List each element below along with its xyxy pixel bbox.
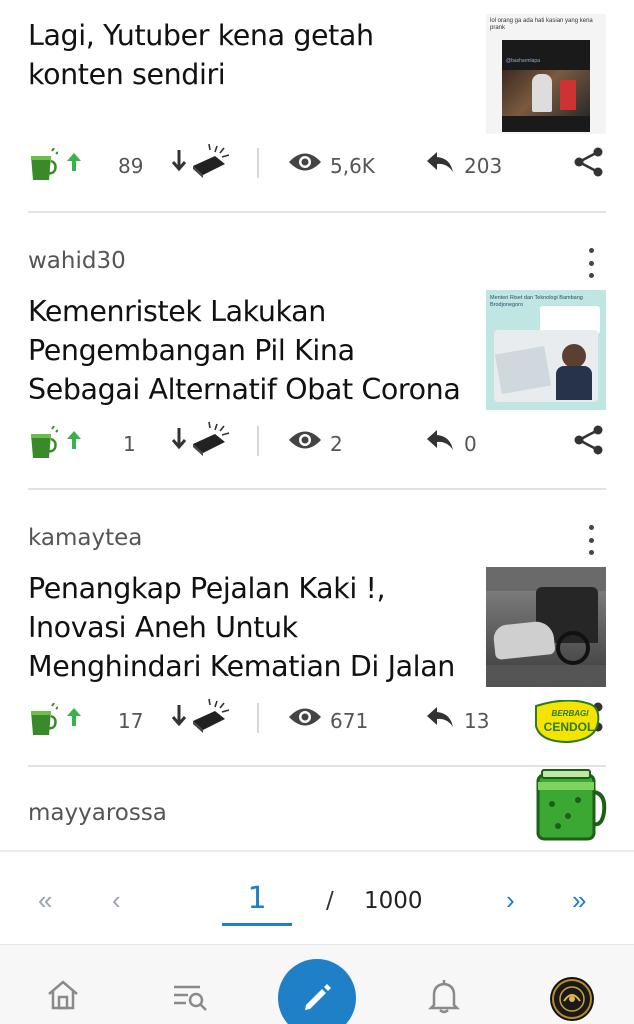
- thread-actions: 89 5,6K 203: [28, 143, 606, 184]
- cendol-icon[interactable]: [28, 703, 58, 737]
- reply-icon[interactable]: [426, 428, 454, 452]
- total-pages: 1000: [364, 888, 423, 914]
- reply-icon[interactable]: [426, 150, 454, 174]
- more-options-icon[interactable]: [586, 248, 596, 278]
- replies-count: 203: [464, 154, 503, 178]
- thread-actions: 1 2 0: [28, 421, 606, 462]
- badge-line2: CENDOL: [543, 720, 595, 734]
- thread-author[interactable]: wahid30: [28, 248, 126, 274]
- next-page-button[interactable]: ›: [506, 886, 515, 914]
- eye-icon: [289, 431, 321, 449]
- actions-divider: [257, 426, 259, 456]
- thread-thumbnail[interactable]: Menteri Riset dan Teknologi Bambang Brod…: [486, 290, 606, 410]
- thread-title[interactable]: Lagi, Yutuber kena getah konten sendiri: [28, 16, 468, 94]
- cendol-icon[interactable]: [28, 426, 58, 460]
- cendol-icon[interactable]: [28, 148, 58, 182]
- arrow-up-icon[interactable]: [66, 430, 82, 450]
- actions-divider: [257, 703, 259, 733]
- thread-thumbnail[interactable]: [486, 567, 606, 687]
- bottom-navigation: [0, 944, 634, 1024]
- pagination-bar: « ‹ / 1000 › »: [0, 850, 634, 944]
- thread-author[interactable]: mayyarossa: [28, 800, 167, 826]
- replies-count: 0: [464, 432, 477, 456]
- actions-divider: [257, 148, 259, 178]
- share-icon[interactable]: [574, 147, 604, 177]
- thumbnail-handle: @basharmlapa: [506, 58, 540, 64]
- thumbnail-photo: @basharmlapa: [502, 40, 590, 132]
- cendol-count: 89: [118, 154, 144, 178]
- avatar[interactable]: [550, 977, 594, 1021]
- bata-icon[interactable]: [171, 420, 231, 458]
- more-options-icon[interactable]: [586, 525, 596, 555]
- cendol-count: 1: [123, 432, 136, 456]
- thread-card[interactable]: kamaytea Penangkap Pejalan Kaki !, Inova…: [28, 489, 606, 765]
- eye-icon: [289, 153, 321, 171]
- first-page-button[interactable]: «: [38, 886, 52, 914]
- profile-emblem-icon: [552, 979, 592, 1019]
- share-icon[interactable]: [574, 425, 604, 455]
- thread-card[interactable]: wahid30 Kemenristek Lakukan Pengembangan…: [28, 212, 606, 488]
- arrow-up-icon[interactable]: [66, 152, 82, 172]
- thread-title[interactable]: Kemenristek Lakukan Pengembangan Pil Kin…: [28, 292, 468, 409]
- home-icon[interactable]: [46, 979, 80, 1011]
- share-cendol-badge[interactable]: BERBAGI CENDOL: [528, 699, 608, 842]
- views-count: 2: [330, 432, 343, 456]
- reply-icon[interactable]: [426, 705, 454, 729]
- thread-author[interactable]: kamaytea: [28, 525, 142, 551]
- create-thread-button[interactable]: [278, 959, 356, 1024]
- bata-icon[interactable]: [171, 697, 231, 735]
- views-count: 5,6K: [330, 154, 375, 178]
- eye-icon: [289, 708, 321, 726]
- page-number-input[interactable]: [222, 874, 292, 926]
- bata-icon[interactable]: [171, 142, 231, 180]
- thread-thumbnail[interactable]: lol orang ga ada hati kasian yang kena p…: [486, 14, 606, 134]
- bell-icon[interactable]: [428, 979, 460, 1015]
- page-separator: /: [326, 888, 334, 914]
- thread-card[interactable]: mayyarossa: [28, 766, 606, 850]
- thread-card[interactable]: Lagi, Yutuber kena getah konten sendiri …: [28, 0, 606, 200]
- cendol-count: 17: [118, 709, 144, 733]
- views-count: 671: [330, 709, 369, 733]
- thread-actions: 17 671 13: [28, 698, 606, 739]
- pencil-icon: [305, 984, 331, 1010]
- thread-title[interactable]: Penangkap Pejalan Kaki !, Inovasi Aneh U…: [28, 569, 468, 686]
- thumbnail-caption: lol orang ga ada hati kasian yang kena p…: [490, 18, 593, 31]
- search-list-icon[interactable]: [172, 983, 208, 1013]
- last-page-button[interactable]: »: [572, 886, 586, 914]
- arrow-up-icon[interactable]: [66, 707, 82, 727]
- replies-count: 13: [464, 709, 490, 733]
- badge-line1: BERBAGI: [551, 709, 589, 718]
- prev-page-button[interactable]: ‹: [112, 886, 121, 914]
